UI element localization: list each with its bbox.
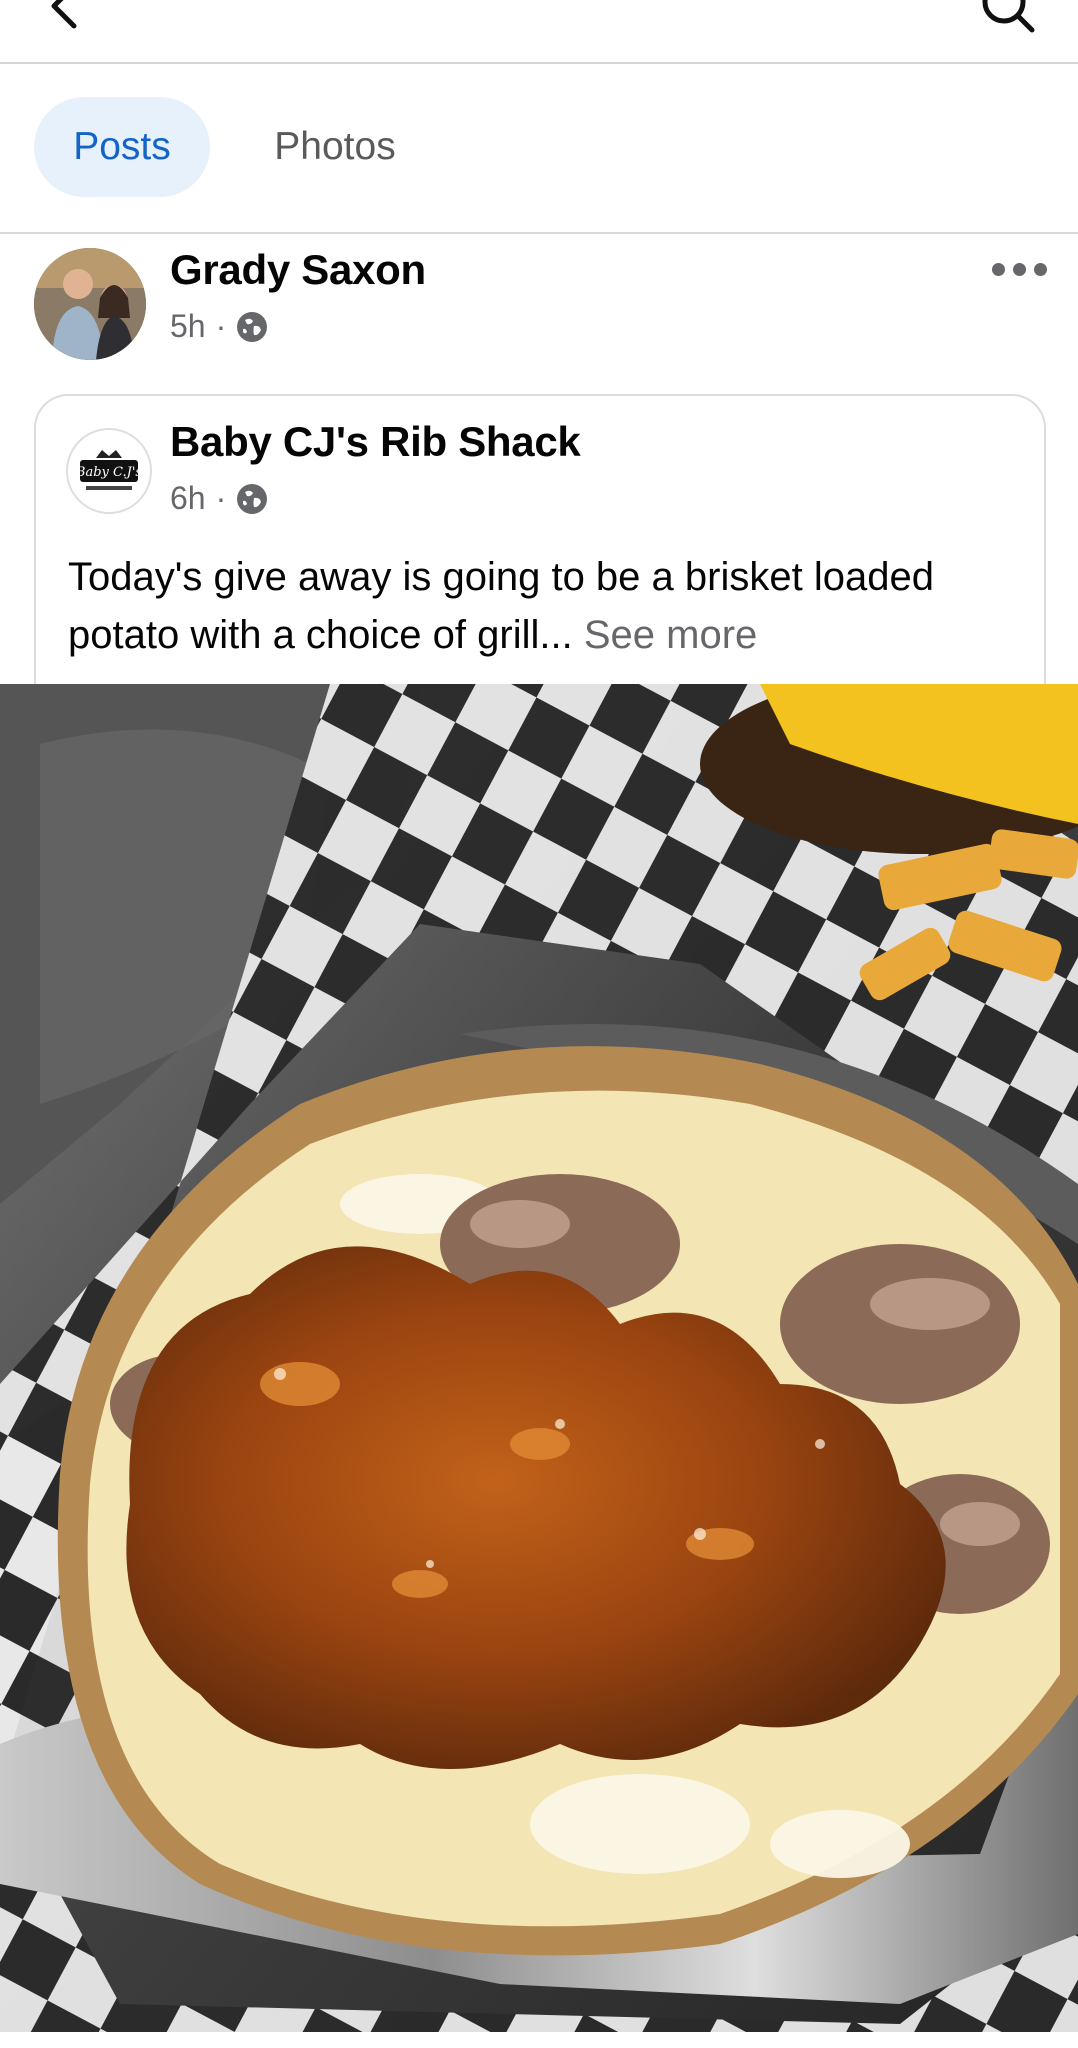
avatar-photo: [34, 248, 146, 360]
tab-photos[interactable]: Photos: [240, 97, 430, 197]
shared-post-text: Today's give away is going to be a brisk…: [68, 548, 1028, 664]
globe-icon: [237, 483, 268, 514]
profile-tabs: Posts Photos: [0, 64, 1078, 234]
shared-post-time[interactable]: 6h: [170, 480, 206, 517]
more-options-button[interactable]: [992, 256, 1052, 282]
avatar[interactable]: [34, 248, 146, 360]
logo-text: Baby C.J's: [75, 465, 143, 480]
rib-shack-logo: Baby C.J's: [75, 450, 143, 490]
search-icon[interactable]: [980, 0, 1036, 34]
more-dot-icon: [992, 262, 1005, 276]
post-author-name[interactable]: Grady Saxon: [170, 246, 426, 294]
loaded-potato-image: [0, 684, 1078, 2032]
shared-page-name[interactable]: Baby CJ's Rib Shack: [170, 418, 581, 466]
post-photo[interactable]: [0, 684, 1078, 2032]
more-dot-icon: [1013, 262, 1026, 276]
post-body-text: Today's give away is going to be a brisk…: [68, 555, 934, 657]
page-logo[interactable]: Baby C.J's: [66, 428, 152, 514]
top-app-bar: [0, 0, 1078, 64]
see-more-link[interactable]: See more: [584, 613, 757, 657]
globe-icon: [237, 311, 268, 342]
meta-separator: ·: [215, 308, 227, 344]
back-arrow-icon[interactable]: [40, 0, 90, 32]
more-dot-icon: [1034, 262, 1047, 276]
tab-posts[interactable]: Posts: [34, 97, 210, 197]
post-meta: 5h ·: [170, 308, 268, 345]
shared-post-meta: 6h ·: [170, 480, 268, 517]
meta-separator: ·: [215, 480, 227, 516]
post-time[interactable]: 5h: [170, 308, 206, 345]
